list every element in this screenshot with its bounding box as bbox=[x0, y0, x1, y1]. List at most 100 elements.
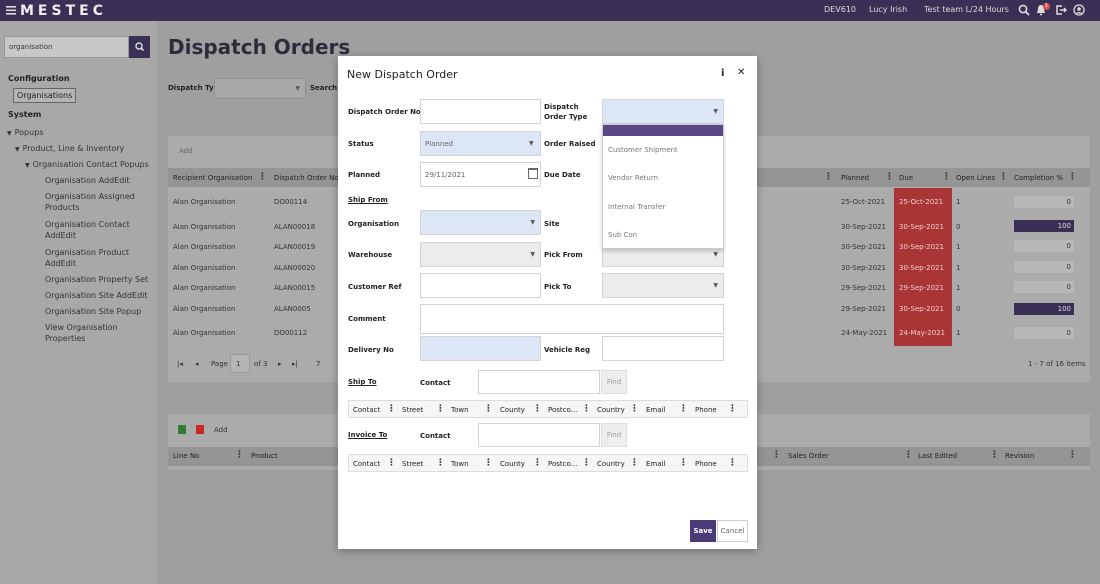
sidebar-item[interactable]: View Organisation Properties bbox=[45, 322, 125, 344]
export-excel-icon[interactable] bbox=[178, 425, 186, 434]
column-menu-icon[interactable]: ⋮ bbox=[1068, 172, 1077, 182]
col-recipient-org[interactable]: Recipient Organisation bbox=[173, 174, 252, 182]
column-menu-icon[interactable]: ⋮ bbox=[679, 458, 688, 468]
export-pdf-icon[interactable] bbox=[196, 425, 204, 434]
col-completion[interactable]: Completion % bbox=[1014, 174, 1063, 182]
app-logo[interactable]: MESTEC bbox=[20, 3, 107, 19]
col-planned[interactable]: Planned bbox=[841, 174, 869, 182]
col-line-no[interactable]: Line No bbox=[173, 452, 199, 460]
column-menu-icon[interactable]: ⋮ bbox=[772, 450, 781, 460]
environment-label[interactable]: DEV610 bbox=[824, 5, 856, 14]
pager-first[interactable]: |◂ bbox=[177, 360, 183, 368]
column-menu-icon[interactable]: ⋮ bbox=[728, 458, 737, 468]
col-last-edited[interactable]: Last Edited bbox=[918, 452, 957, 460]
col-dispatch-no[interactable]: Dispatch Order No bbox=[274, 174, 339, 182]
col-sales-order[interactable]: Sales Order bbox=[788, 452, 829, 460]
organisation-select[interactable]: ▼ bbox=[420, 210, 541, 235]
vehicle-reg-input[interactable] bbox=[602, 336, 724, 361]
column-menu-icon[interactable]: ⋮ bbox=[1068, 450, 1077, 460]
user-name[interactable]: Lucy Irish bbox=[869, 5, 907, 14]
account-icon[interactable] bbox=[1073, 4, 1085, 16]
sg-country[interactable]: Country bbox=[597, 460, 625, 468]
sg-town[interactable]: Town bbox=[451, 460, 469, 468]
pager-prev[interactable]: ◂ bbox=[195, 360, 199, 368]
column-menu-icon[interactable]: ⋮ bbox=[436, 404, 445, 414]
sg-county[interactable]: County bbox=[500, 460, 525, 468]
column-menu-icon[interactable]: ⋮ bbox=[387, 404, 396, 414]
pager-size[interactable]: 7 bbox=[316, 360, 320, 368]
close-icon[interactable]: ✕ bbox=[737, 67, 745, 78]
search-icon[interactable] bbox=[1018, 4, 1030, 16]
menu-icon[interactable] bbox=[6, 4, 18, 16]
sidebar-item[interactable]: Organisation Product AddEdit bbox=[45, 247, 135, 269]
sg-phone[interactable]: Phone bbox=[695, 406, 717, 414]
logout-icon[interactable] bbox=[1055, 4, 1068, 16]
save-button[interactable]: Save bbox=[690, 520, 716, 542]
sidebar-org-contact-popups[interactable]: ▼ Organisation Contact Popups bbox=[25, 159, 149, 171]
sg-contact[interactable]: Contact bbox=[353, 460, 380, 468]
calendar-icon[interactable] bbox=[528, 168, 538, 179]
sg-email[interactable]: Email bbox=[646, 406, 665, 414]
column-menu-icon[interactable]: ⋮ bbox=[582, 404, 591, 414]
team-label[interactable]: Test team L/24 Hours bbox=[924, 5, 1009, 14]
dropdown-option[interactable]: Sub Con bbox=[608, 231, 637, 239]
dispatch-type-select[interactable]: ▼ bbox=[214, 78, 306, 99]
ship-to-find-button[interactable]: Find bbox=[601, 370, 627, 394]
planned-date-input[interactable]: 29/11/2021 bbox=[420, 162, 541, 187]
sg-street[interactable]: Street bbox=[402, 406, 423, 414]
lines-add-button[interactable]: Add bbox=[214, 426, 228, 434]
column-menu-icon[interactable]: ⋮ bbox=[824, 172, 833, 182]
sidebar-search-input[interactable]: organisation bbox=[4, 36, 129, 58]
sg-street[interactable]: Street bbox=[402, 460, 423, 468]
sidebar-item[interactable]: Organisation Contact AddEdit bbox=[45, 219, 135, 241]
status-select[interactable]: Planned bbox=[420, 131, 541, 156]
sg-postcode[interactable]: Postco... bbox=[548, 460, 577, 468]
dispatch-order-no-input[interactable] bbox=[420, 99, 541, 124]
column-menu-icon[interactable]: ⋮ bbox=[387, 458, 396, 468]
dropdown-option[interactable]: Vendor Return bbox=[608, 174, 658, 182]
column-menu-icon[interactable]: ⋮ bbox=[484, 458, 493, 468]
sidebar-item[interactable]: Organisation AddEdit bbox=[45, 175, 150, 186]
col-due[interactable]: Due bbox=[899, 174, 913, 182]
sg-town[interactable]: Town bbox=[451, 406, 469, 414]
column-menu-icon[interactable]: ⋮ bbox=[990, 450, 999, 460]
column-menu-icon[interactable]: ⋮ bbox=[630, 404, 639, 414]
column-menu-icon[interactable]: ⋮ bbox=[630, 458, 639, 468]
sg-email[interactable]: Email bbox=[646, 460, 665, 468]
column-menu-icon[interactable]: ⋮ bbox=[999, 172, 1008, 182]
sidebar-popups[interactable]: ▼ Popups bbox=[7, 127, 43, 139]
col-revision[interactable]: Revision bbox=[1005, 452, 1034, 460]
column-menu-icon[interactable]: ⋮ bbox=[235, 450, 244, 460]
dropdown-highlight[interactable] bbox=[603, 125, 723, 136]
info-icon[interactable]: i bbox=[721, 68, 724, 79]
warehouse-select[interactable]: ▼ bbox=[420, 242, 541, 267]
sg-country[interactable]: Country bbox=[597, 406, 625, 414]
column-menu-icon[interactable]: ⋮ bbox=[679, 404, 688, 414]
column-menu-icon[interactable]: ⋮ bbox=[436, 458, 445, 468]
sidebar-search-button[interactable] bbox=[129, 36, 150, 58]
grid-add-button[interactable]: Add bbox=[179, 147, 193, 155]
sg-phone[interactable]: Phone bbox=[695, 460, 717, 468]
sidebar-product-line[interactable]: ▼ Product, Line & Inventory bbox=[15, 143, 124, 155]
sidebar-item[interactable]: Organisation Property Set bbox=[45, 274, 150, 285]
column-menu-icon[interactable]: ⋮ bbox=[582, 458, 591, 468]
column-menu-icon[interactable]: ⋮ bbox=[904, 450, 913, 460]
sg-postcode[interactable]: Postco... bbox=[548, 406, 577, 414]
sidebar-item[interactable]: Organisation Site Popup bbox=[45, 306, 150, 317]
pager-last[interactable]: ▸| bbox=[292, 360, 298, 368]
dropdown-option[interactable]: Customer Shipment bbox=[608, 146, 678, 154]
cancel-button[interactable]: Cancel bbox=[717, 520, 748, 542]
sidebar-item[interactable]: Organisation Assigned Products bbox=[45, 191, 140, 213]
comment-textarea[interactable] bbox=[420, 304, 724, 334]
column-menu-icon[interactable]: ⋮ bbox=[258, 172, 267, 182]
dropdown-option[interactable]: Internal Transfer bbox=[608, 203, 665, 211]
pick-to-select[interactable]: ▼ bbox=[602, 273, 724, 298]
pager-next[interactable]: ▸ bbox=[278, 360, 282, 368]
invoice-to-find-button[interactable]: Find bbox=[601, 423, 627, 447]
col-open-lines[interactable]: Open Lines bbox=[956, 174, 995, 182]
ship-to-contact-input[interactable] bbox=[478, 370, 600, 394]
customer-ref-input[interactable] bbox=[420, 273, 541, 298]
sg-contact[interactable]: Contact bbox=[353, 406, 380, 414]
column-menu-icon[interactable]: ⋮ bbox=[942, 172, 951, 182]
column-menu-icon[interactable]: ⋮ bbox=[533, 458, 542, 468]
